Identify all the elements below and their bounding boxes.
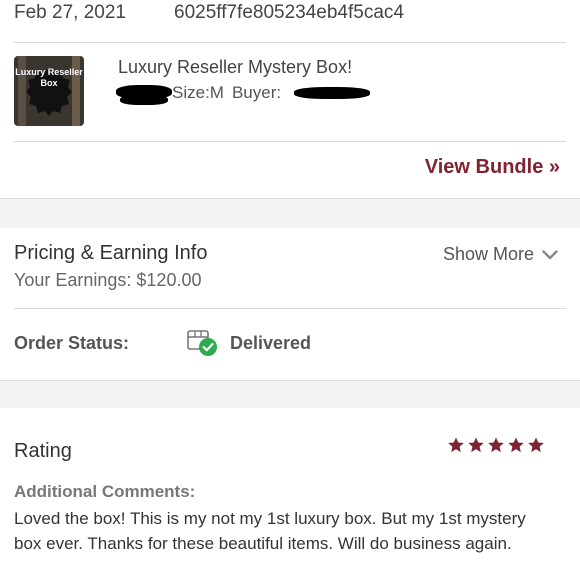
buyer-label: Buyer: [231,83,282,102]
comments-text: Loved the box! This is my not my 1st lux… [14,509,526,553]
divider [14,308,566,309]
comments-label: Additional Comments: [14,482,196,501]
earnings-value: Your Earnings: $120.00 [14,270,202,290]
item-thumbnail[interactable]: Luxury Reseller Box [14,56,84,126]
order-status-label: Order Status: [14,333,130,353]
order-date: Feb 27, 2021 [14,2,126,23]
section-spacer [0,381,580,408]
pricing-title: Pricing & Earning Info [14,242,208,264]
order-header: Feb 27, 2021 6025ff7fe805234eb4f5cac4 [0,0,580,42]
star-icon [468,437,484,453]
rating-stars [447,436,545,456]
star-icon [528,437,544,453]
package-delivered-icon [187,330,217,356]
star-icon [488,437,504,453]
redaction-mark [294,87,370,99]
item-meta: Size:M Buyer: [172,83,281,103]
order-item[interactable]: Luxury Reseller Box Luxury Reseller Myst… [0,43,580,141]
rating-label: Rating [14,440,72,462]
redaction-mark [120,95,168,105]
divider [14,141,566,142]
view-bundle-link[interactable]: View Bundle » [425,156,560,179]
show-more-label: Show More [442,244,534,264]
section-spacer [0,199,580,228]
order-status-value: Delivered [230,333,312,353]
star-icon [448,437,464,453]
show-more-button[interactable]: Show More [443,244,558,265]
star-icon [508,437,524,453]
chevron-down-icon [542,249,558,259]
item-title[interactable]: Luxury Reseller Mystery Box! [118,57,352,78]
order-id[interactable]: 6025ff7fe805234eb4f5cac4 [174,2,404,24]
thumbnail-label: Luxury Reseller Box [15,67,83,88]
item-size: Size:M [172,83,224,102]
